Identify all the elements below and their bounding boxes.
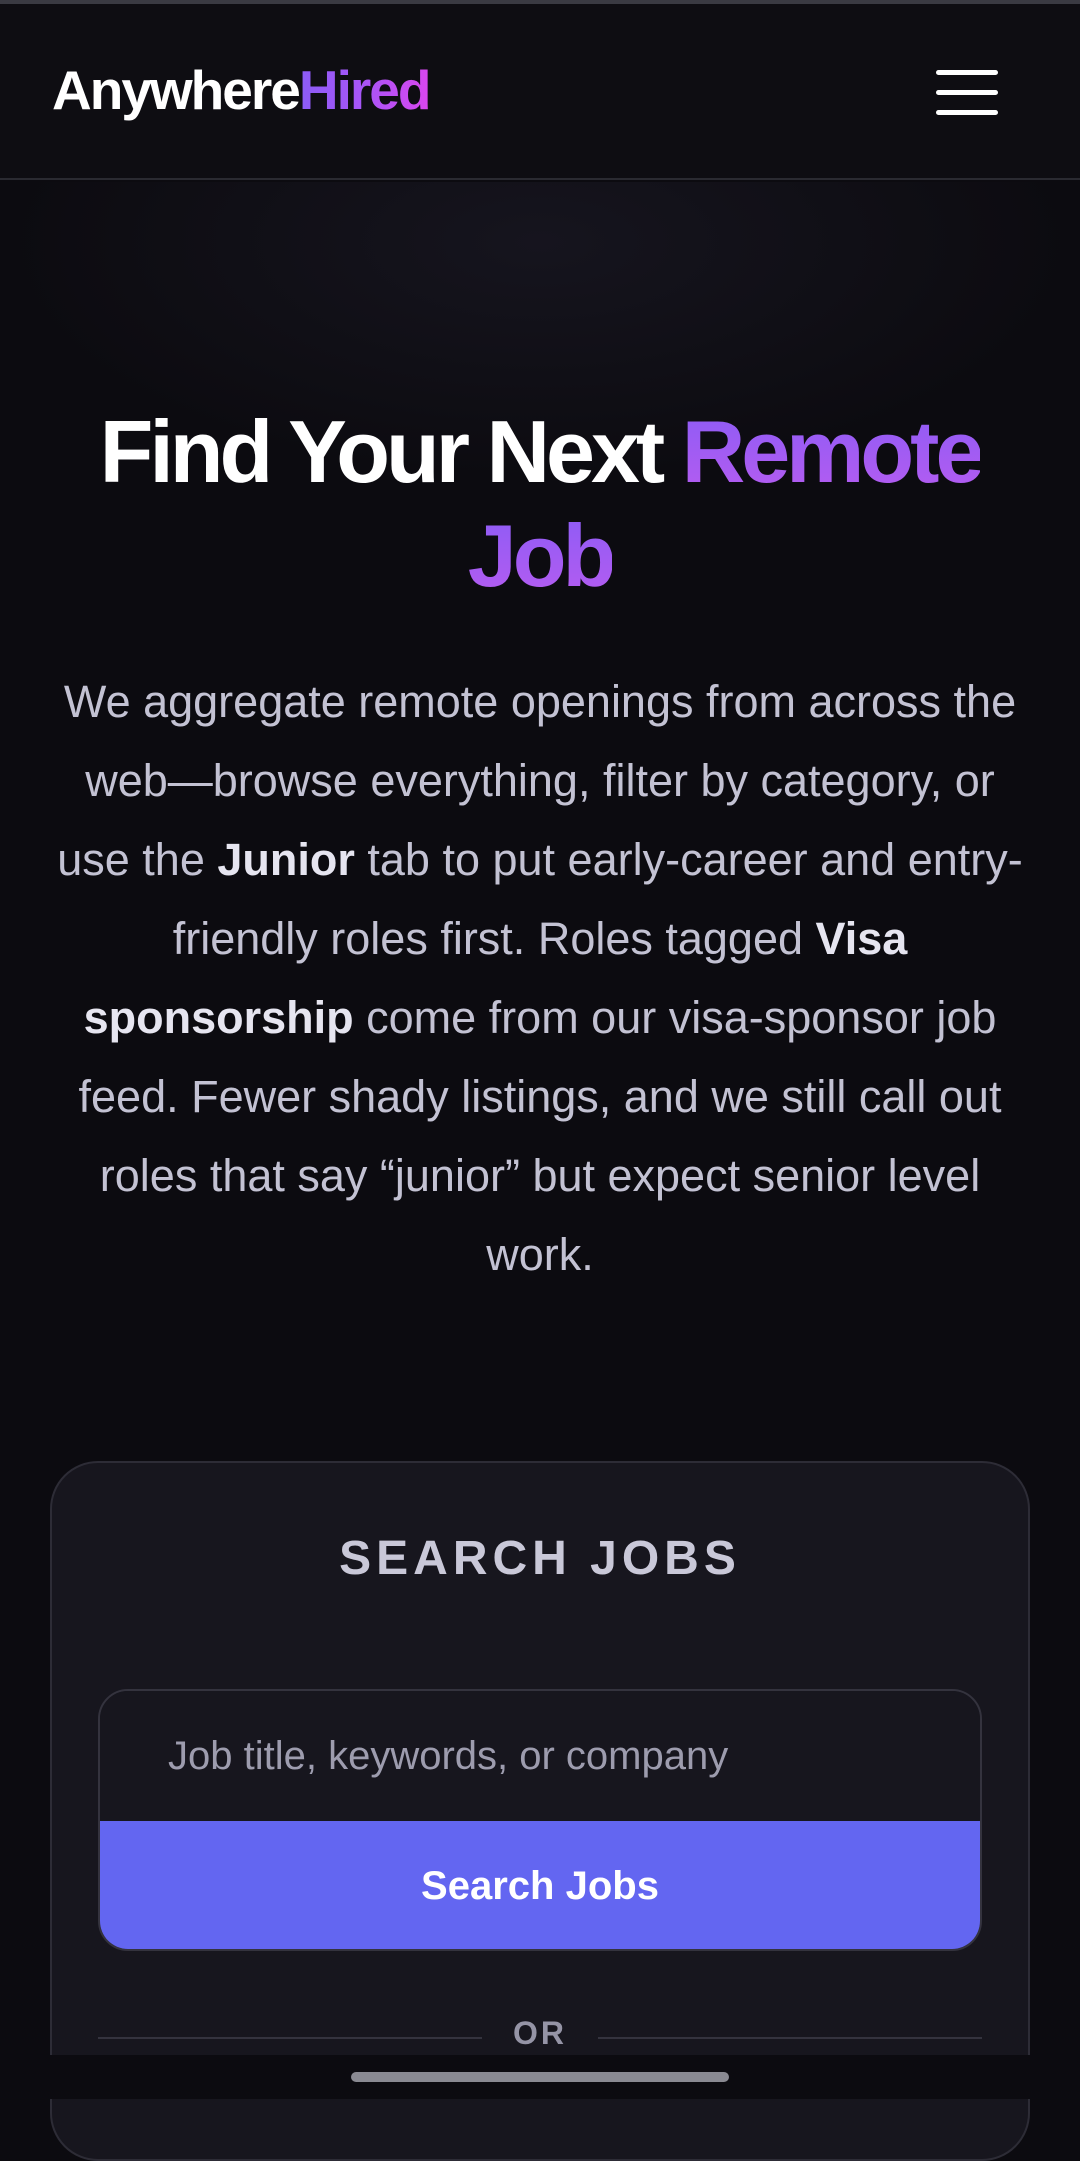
logo-text-hired: Hired	[298, 59, 432, 121]
site-header: AnywhereHired	[0, 4, 1080, 180]
divider-line-right	[598, 2037, 982, 2039]
search-form: Search Jobs	[98, 1689, 982, 1951]
menu-bar-middle	[936, 90, 998, 95]
menu-bar-bottom	[936, 110, 998, 115]
search-jobs-button[interactable]: Search Jobs	[100, 1821, 980, 1949]
junior-emphasis: Junior	[217, 834, 355, 885]
site-logo[interactable]: AnywhereHired	[52, 58, 432, 122]
menu-bar-top	[936, 70, 998, 75]
hero-description: We aggregate remote openings from across…	[46, 662, 1034, 1294]
search-input[interactable]	[100, 1691, 980, 1821]
page-title: Find Your Next Remote Job	[40, 400, 1040, 608]
or-divider-text: OR	[513, 2015, 567, 2051]
search-card-title: SEARCH JOBS	[339, 1532, 741, 1585]
logo-text-anywhere: Anywhere	[52, 59, 301, 121]
hamburger-menu-icon[interactable]	[928, 62, 1008, 126]
page-title-plain: Find Your Next	[99, 402, 682, 501]
home-indicator[interactable]	[351, 2072, 729, 2082]
